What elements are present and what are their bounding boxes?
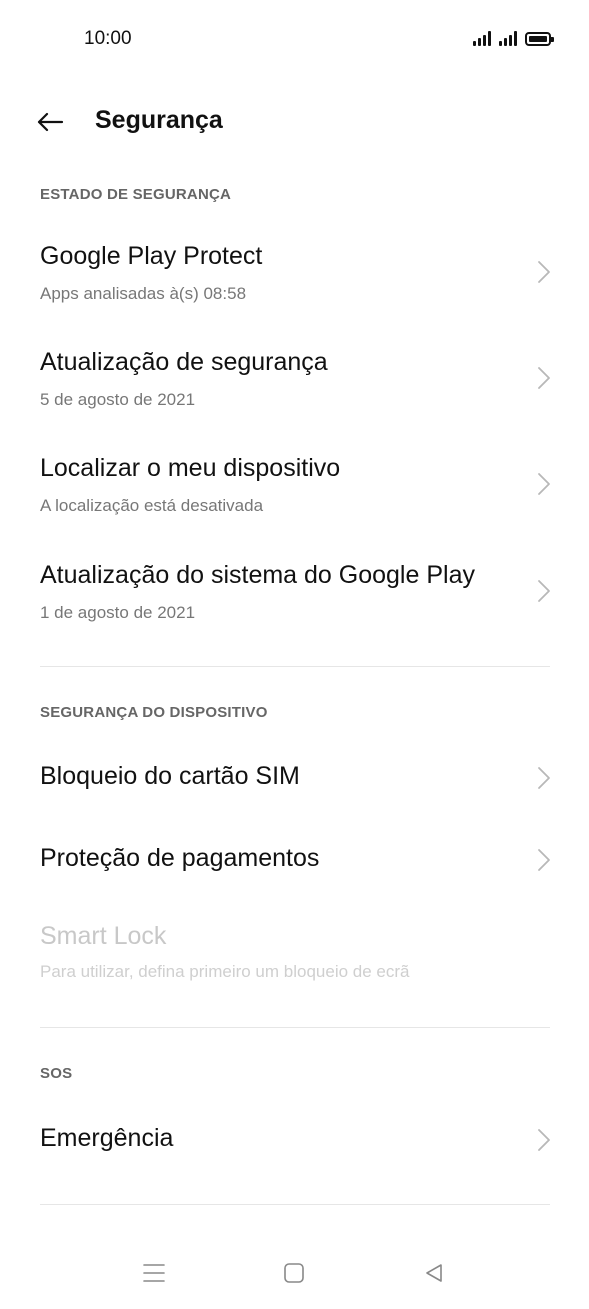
signal-icon-2 — [499, 30, 517, 46]
list-item-emergency[interactable]: Emergência — [0, 1102, 589, 1178]
section-header-device-security: SEGURANÇA DO DISPOSITIVO — [40, 704, 268, 721]
item-subtitle: A localização está desativada — [40, 496, 264, 515]
list-item-smart-lock: Smart Lock Para utilizar, defina primeir… — [0, 910, 589, 1006]
menu-icon — [143, 1264, 165, 1282]
menu-button[interactable] — [134, 1257, 174, 1289]
list-item-google-play-protect[interactable]: Google Play Protect Apps analisadas à(s)… — [0, 230, 589, 330]
section-header-security-status: ESTADO DE SEGURANÇA — [40, 186, 232, 203]
system-nav-bar — [0, 1239, 589, 1309]
status-icons — [473, 30, 554, 46]
item-subtitle: Para utilizar, defina primeiro um bloque… — [40, 962, 410, 981]
home-button[interactable] — [274, 1257, 314, 1289]
page-title: Segurança — [95, 106, 223, 134]
list-item-find-my-device[interactable]: Localizar o meu dispositivo A localizaçã… — [0, 442, 589, 542]
divider — [40, 1204, 550, 1205]
arrow-left-icon — [37, 112, 64, 132]
item-title: Emergência — [40, 1124, 174, 1152]
section-header-sos: SOS — [40, 1065, 73, 1082]
divider — [40, 666, 550, 667]
item-title: Smart Lock — [40, 922, 167, 950]
item-subtitle: Apps analisadas à(s) 08:58 — [40, 284, 247, 303]
home-icon — [284, 1263, 304, 1283]
item-title: Google Play Protect — [40, 242, 263, 270]
signal-icon-1 — [473, 30, 491, 46]
divider — [40, 1027, 550, 1028]
back-nav-button[interactable] — [414, 1257, 454, 1289]
chevron-right-icon — [538, 1129, 550, 1151]
chevron-right-icon — [538, 849, 550, 871]
battery-icon — [525, 32, 554, 46]
list-item-payment-protection[interactable]: Proteção de pagamentos — [0, 822, 589, 898]
back-triangle-icon — [426, 1264, 442, 1282]
list-item-security-update[interactable]: Atualização de segurança 5 de agosto de … — [0, 336, 589, 436]
item-title: Proteção de pagamentos — [40, 844, 320, 872]
chevron-right-icon — [538, 261, 550, 283]
list-item-sim-lock[interactable]: Bloqueio do cartão SIM — [0, 740, 589, 816]
chevron-right-icon — [538, 367, 550, 389]
item-subtitle: 1 de agosto de 2021 — [40, 603, 196, 622]
item-title: Localizar o meu dispositivo — [40, 454, 341, 482]
app-header: Segurança — [0, 100, 589, 146]
item-title: Bloqueio do cartão SIM — [40, 762, 300, 790]
status-time: 10:00 — [84, 28, 132, 49]
status-bar: 10:00 — [0, 0, 589, 80]
list-item-google-play-system-update[interactable]: Atualização do sistema do Google Play 1 … — [0, 549, 589, 649]
item-subtitle: 5 de agosto de 2021 — [40, 390, 196, 409]
chevron-right-icon — [538, 767, 550, 789]
item-title: Atualização de segurança — [40, 348, 328, 376]
chevron-right-icon — [538, 473, 550, 495]
chevron-right-icon — [538, 580, 550, 602]
item-title: Atualização do sistema do Google Play — [40, 561, 475, 589]
back-button[interactable] — [30, 104, 70, 140]
